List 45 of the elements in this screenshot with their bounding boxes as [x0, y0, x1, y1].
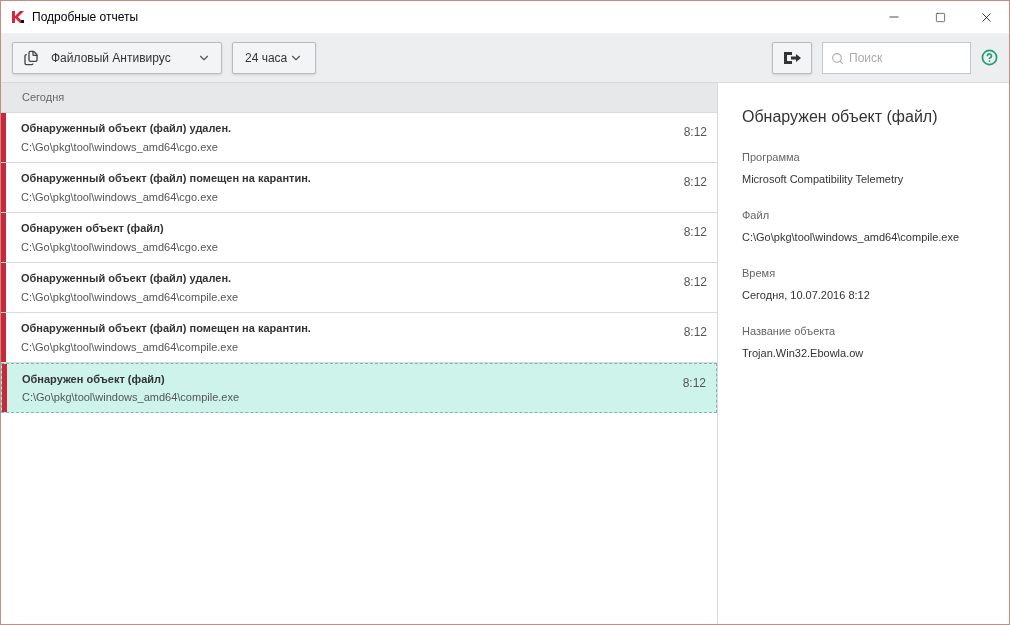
app-logo-icon: [11, 10, 25, 24]
event-time: 8:12: [683, 124, 707, 141]
field-label: Программа: [742, 150, 801, 165]
event-title: Обнаруженный объект (файл) помещен на карантин.: [21, 321, 311, 336]
event-time: 8:12: [683, 224, 707, 241]
event-path: C:\Go\pkg\tool\windows_amd64\cgo.exe: [21, 139, 219, 155]
event-row[interactable]: Обнаруженный объект (файл) помещен на карантин. C:\Go\pkg\tool\windows_amd64\cgo.exe 8:12: [1, 163, 717, 213]
event-time: 8:12: [683, 174, 707, 191]
event-time: 8:12: [683, 274, 707, 291]
event-row[interactable]: Обнаружен объект (файл) C:\Go\pkg\tool\windows_amd64\cgo.exe 8:12: [1, 213, 717, 263]
event-path: C:\Go\pkg\tool\windows_amd64\compile.exe: [21, 289, 239, 305]
field-value: Сегодня, 10.07.2016 8:12: [742, 287, 871, 303]
event-title: Обнаруженный объект (файл) удален.: [21, 271, 233, 286]
event-title: Обнаруженный объект (файл) помещен на карантин.: [21, 171, 311, 186]
field-value: Microsoft Compatibility Telemetry: [742, 171, 905, 187]
export-button[interactable]: [772, 41, 812, 74]
event-time: 8:12: [683, 324, 707, 341]
window-title: Подробные отчеты: [32, 9, 139, 26]
event-path: C:\Go\pkg\tool\windows_amd64\compile.exe: [21, 339, 240, 355]
event-row[interactable]: Обнаруженный объект (файл) помещен на карантин. C:\Go\pkg\tool\windows_amd64\compile.exe 8:12: [1, 313, 717, 363]
event-time: 8:12: [682, 375, 706, 392]
period-dropdown[interactable]: 24 часа: [232, 41, 316, 74]
event-path: C:\Go\pkg\tool\windows_amd64\compile.exe: [22, 390, 240, 405]
maximize-icon: [934, 11, 946, 23]
event-row[interactable]: Обнаруженный объект (файл) удален. C:\Go\pkg\tool\windows_amd64\cgo.exe 8:12: [1, 113, 717, 163]
field-value: C:\Go\pkg\tool\windows_amd64\compile.exe: [742, 229, 961, 245]
field-label: Название объекта: [742, 324, 837, 339]
event-row[interactable]: Обнаружен объект (файл) C:\Go\pkg\tool\windows_amd64\compile.exe 8:12: [1, 363, 717, 413]
export-icon: [782, 49, 802, 66]
event-path: C:\Go\pkg\tool\windows_amd64\cgo.exe: [21, 239, 218, 255]
event-path: C:\Go\pkg\tool\windows_amd64\cgo.exe: [21, 189, 219, 205]
details-title: Обнаружен объект (файл): [742, 107, 939, 127]
event-title: Обнаруженный объект (файл) удален.: [21, 121, 232, 136]
field-value: Trojan.Win32.Ebowla.ow: [742, 345, 865, 361]
field-label: Файл: [742, 208, 771, 223]
event-title: Обнаружен объект (файл): [21, 221, 165, 236]
component-dropdown[interactable]: Файловый Антивирус: [12, 41, 222, 74]
group-header: Сегодня: [1, 83, 717, 113]
help-icon[interactable]: [981, 49, 998, 66]
event-title: Обнаружен объект (файл): [22, 371, 166, 387]
search-field[interactable]: Поиск: [822, 41, 971, 74]
documents-icon: [23, 49, 39, 66]
search-icon: [831, 51, 844, 65]
event-row[interactable]: Обнаруженный объект (файл) удален. C:\Go\pkg\tool\windows_amd64\compile.exe 8:12: [1, 263, 717, 313]
field-label: Время: [742, 266, 777, 281]
